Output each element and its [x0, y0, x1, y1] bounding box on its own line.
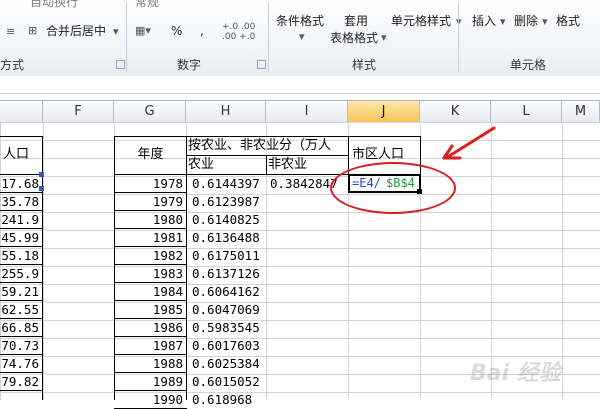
conditional-format-button[interactable]: 条件格式 — [276, 14, 324, 28]
column-e-header[interactable]: 人口 — [0, 146, 42, 164]
agri-cell[interactable]: 0.618968 — [188, 391, 266, 409]
column-header-j[interactable]: J — [348, 101, 420, 122]
comma-button[interactable]: , — [200, 24, 204, 38]
agri-cell[interactable]: 0.6175011 — [188, 247, 266, 265]
column-e-cell[interactable]: 70.73 — [0, 337, 40, 355]
column-e-cell[interactable]: 66.85 — [0, 319, 40, 337]
table-border — [186, 136, 187, 400]
wrap-text-button[interactable]: 自动换行 — [30, 0, 78, 9]
insert-button[interactable]: 插入 — [472, 14, 496, 28]
agri-cell[interactable]: 0.6047069 — [188, 301, 266, 319]
table-format-label-2: 表格格式 — [330, 31, 379, 45]
column-header-m[interactable]: M — [562, 101, 600, 122]
table-border — [266, 155, 267, 174]
year-cell[interactable]: 1983 — [115, 265, 185, 283]
year-cell[interactable]: 1990 — [115, 391, 185, 409]
year-cell[interactable]: 1989 — [115, 373, 185, 391]
year-cell[interactable]: 1981 — [115, 229, 185, 247]
year-cell[interactable]: 1987 — [115, 337, 185, 355]
year-cell[interactable]: 1988 — [115, 355, 185, 373]
chevron-down-icon[interactable]: ▾ — [500, 15, 506, 28]
divider — [126, 2, 127, 72]
year-cell[interactable]: 1980 — [115, 211, 185, 229]
chevron-down-icon[interactable]: ▾ — [299, 30, 305, 43]
header-agri[interactable]: 农业 — [188, 156, 266, 174]
fill-handle[interactable] — [39, 172, 44, 177]
column-header-f[interactable]: F — [43, 101, 114, 122]
ribbon: 自动换行 ≡ ⊞ 合并后居中 ▾ 方式 常规 ▦▾ % , +.0 .00 .0… — [0, 0, 600, 77]
column-e-cell[interactable]: 255.9 — [0, 265, 40, 283]
divider — [268, 2, 269, 72]
column-header-l[interactable]: L — [491, 101, 562, 122]
agri-cell[interactable]: 0.5983545 — [188, 319, 266, 337]
format-button[interactable]: 格式 — [556, 14, 580, 28]
merge-center-button[interactable]: 合并后居中 — [46, 24, 106, 38]
column-e-cell[interactable]: 241.9 — [0, 211, 40, 229]
year-cell[interactable]: 1982 — [115, 247, 185, 265]
column-header-i[interactable]: I — [266, 101, 348, 122]
decrease-decimal-button[interactable]: .00 +.0 — [222, 32, 255, 42]
number-format-select[interactable]: 常规 — [135, 0, 159, 9]
styles-group-label: 样式 — [352, 58, 377, 72]
column-header-e[interactable] — [0, 101, 43, 122]
column-header-h[interactable]: H — [186, 101, 266, 122]
indent-icon[interactable]: ≡ — [6, 25, 15, 38]
column-e-cell[interactable]: 35.78 — [0, 193, 40, 211]
chevron-down-icon[interactable]: ▾ — [381, 31, 387, 44]
merge-icon: ⊞ — [28, 24, 38, 37]
cell-styles-button[interactable]: 单元格样式 — [391, 14, 451, 28]
year-cell[interactable]: 1978 — [115, 175, 185, 193]
column-e-cell[interactable]: 62.55 — [0, 301, 40, 319]
number-launcher-icon[interactable] — [257, 60, 266, 69]
percent-button[interactable]: % — [171, 24, 182, 38]
year-cell[interactable]: 1979 — [115, 193, 185, 211]
table-border — [0, 136, 43, 137]
divider — [458, 2, 459, 72]
column-header-k[interactable]: K — [420, 101, 491, 122]
agri-cell[interactable]: 0.6025384 — [188, 355, 266, 373]
agri-cell[interactable]: 0.6136488 — [188, 229, 266, 247]
table-format-button[interactable]: 套用 — [344, 14, 368, 28]
agri-cell[interactable]: 0.6144397 — [188, 175, 266, 193]
column-e-cell[interactable]: 59.21 — [0, 283, 40, 301]
column-header-g[interactable]: G — [114, 101, 186, 122]
watermark: Bai 经验 — [470, 361, 561, 386]
gridline — [43, 122, 44, 400]
delete-button[interactable]: 删除 — [514, 14, 538, 28]
chevron-down-icon[interactable]: ▾ — [542, 15, 548, 28]
column-e-cell[interactable]: 55.18 — [0, 247, 40, 265]
year-cell[interactable]: 1984 — [115, 283, 185, 301]
column-e-cell[interactable]: 79.82 — [0, 373, 40, 391]
agri-cell[interactable]: 0.6123987 — [188, 193, 266, 211]
column-e-cell[interactable]: 17.68 — [0, 175, 40, 193]
column-e-cell[interactable]: 45.99 — [0, 229, 40, 247]
agri-cell[interactable]: 0.6140825 — [188, 211, 266, 229]
increase-decimal-button[interactable]: +.0 .00 — [222, 22, 255, 32]
number-group-label: 数字 — [177, 58, 202, 72]
alignment-group-label: 方式 — [0, 58, 25, 72]
currency-icon[interactable]: ▦▾ — [135, 24, 151, 37]
header-year[interactable]: 年度 — [115, 146, 186, 164]
cells-group-label: 单元格 — [510, 58, 547, 72]
column-header-bar: F G H I J K L M — [0, 100, 600, 123]
table-border — [0, 390, 43, 391]
chevron-down-icon[interactable]: ▾ — [113, 25, 119, 38]
fill-handle[interactable] — [39, 186, 44, 191]
formula-bar-area — [0, 76, 600, 94]
column-e-cell[interactable]: 74.76 — [0, 355, 40, 373]
year-cell[interactable]: 1986 — [115, 319, 185, 337]
annotation-arrow-icon — [442, 126, 496, 160]
agri-cell[interactable]: 0.6137126 — [188, 265, 266, 283]
alignment-launcher-icon[interactable] — [116, 60, 125, 69]
agri-cell[interactable]: 0.6017603 — [188, 337, 266, 355]
agri-cell[interactable]: 0.6064162 — [188, 283, 266, 301]
agri-cell[interactable]: 0.6015052 — [188, 373, 266, 391]
gridline — [562, 122, 563, 400]
header-nonagri[interactable]: 非农业 — [268, 156, 348, 174]
header-split[interactable]: 按农业、非农业分（万人 — [188, 137, 348, 155]
year-cell[interactable]: 1985 — [115, 301, 185, 319]
